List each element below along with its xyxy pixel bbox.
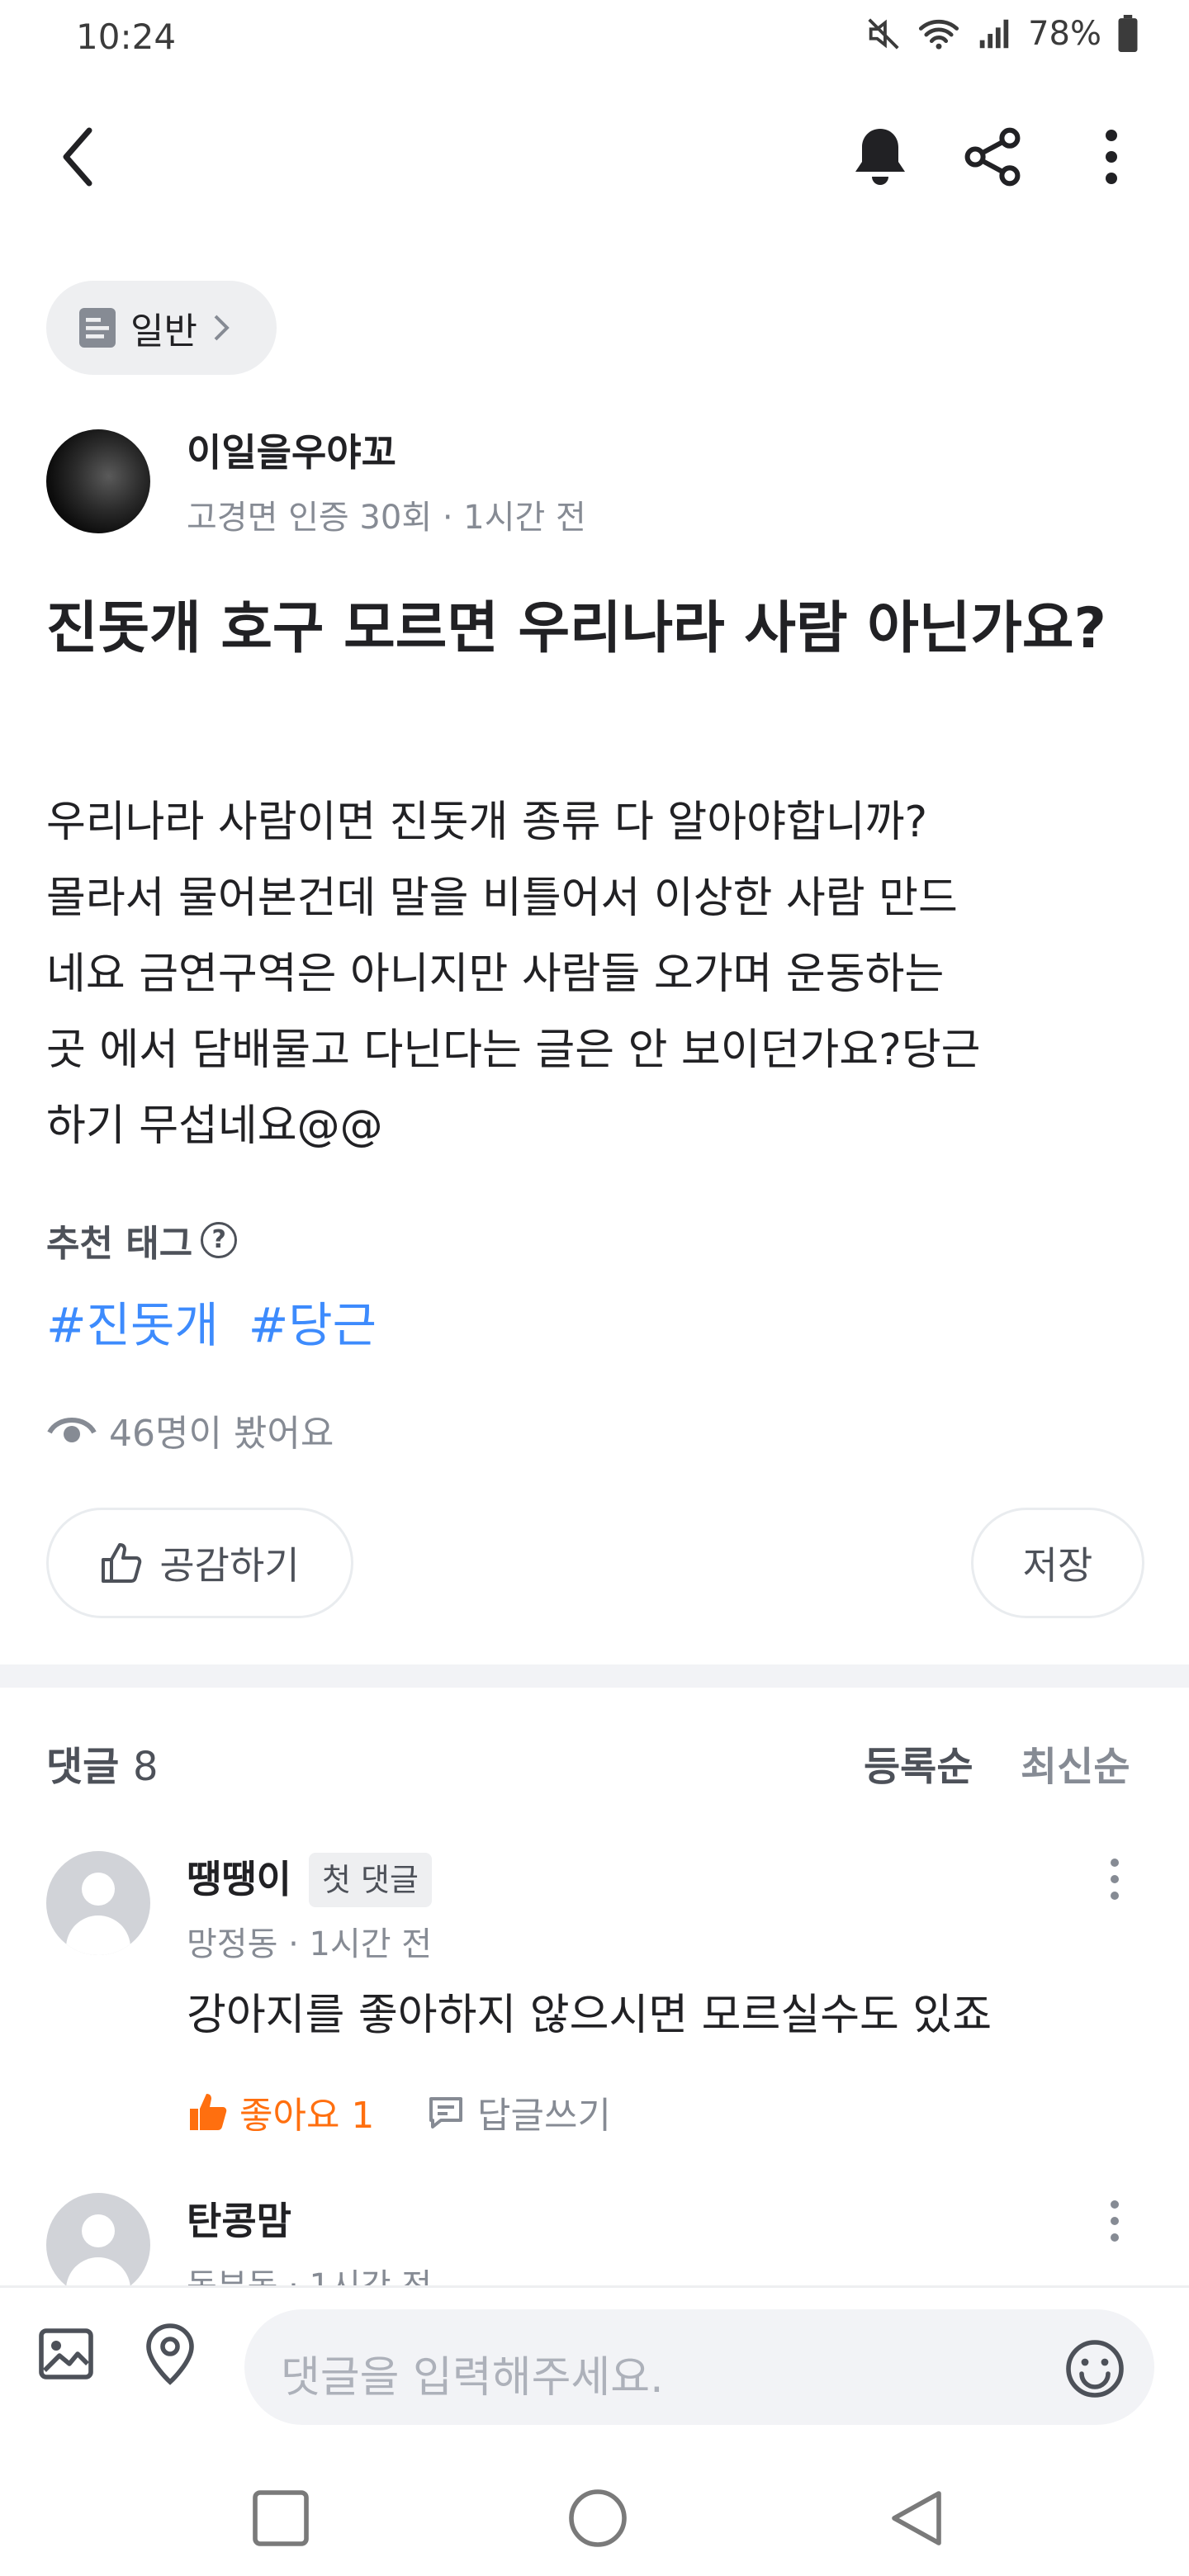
section-divider [0,1664,1189,1688]
recent-apps-icon [253,2490,309,2546]
commenter-name[interactable]: 탄콩맘 [187,2191,291,2246]
wifi-icon [919,19,959,50]
save-button[interactable]: 저장 [971,1508,1144,1618]
category-chip[interactable]: 일반 [46,281,277,375]
empathy-label: 공감하기 [159,1543,300,1588]
commenter-avatar[interactable] [46,1851,150,1955]
bell-icon [855,129,905,185]
recent-apps-button[interactable] [248,2485,314,2551]
share-icon [964,127,1021,187]
thumbs-up-icon [102,1543,142,1583]
tag-item[interactable]: #진돗개 [46,1286,219,1356]
attach-photo-button[interactable] [36,2324,96,2387]
tag-item[interactable]: #당근 [249,1286,377,1356]
signal-icon [979,19,1009,49]
home-button[interactable] [565,2485,631,2551]
comment-like-button[interactable]: 좋아요 1 [187,2086,374,2138]
comments-title: 댓글 8 [46,1734,159,1792]
document-icon [79,308,116,348]
comment-like-label: 좋아요 1 [239,2095,375,2137]
comment-reply-label: 답글쓰기 [477,2095,611,2137]
image-icon [39,2328,93,2379]
author-avatar[interactable] [46,429,150,533]
sort-registered-tab[interactable]: 등록순 [864,1734,973,1792]
status-time: 10:24 [76,17,177,57]
share-button[interactable] [951,116,1034,198]
commenter-name[interactable]: 땡땡이 [187,1849,291,1904]
mute-icon [868,18,899,50]
back-triangle-icon [892,2491,941,2545]
comments-title-text: 댓글 [46,1744,120,1790]
app-header [0,99,1189,215]
comment-input-placeholder: 댓글을 입력해주세요. [281,2353,664,2403]
chevron-right-icon [214,315,230,341]
more-button[interactable] [1070,116,1153,198]
comment-meta: 망정동 · 1시간 전 [187,1925,433,1963]
status-bar: 10:24 78% [0,0,1189,74]
post-title: 진돗개 호구 모르면 우리나라 사람 아닌가요? [46,596,1106,661]
view-count-text: 46명이 봤어요 [109,1413,334,1455]
empathy-button[interactable]: 공감하기 [46,1508,353,1618]
comment-more-button[interactable] [1098,2188,1131,2254]
battery-icon [1118,15,1138,52]
comment-input[interactable]: 댓글을 입력해주세요. [244,2309,1154,2425]
view-count: 46명이 봤어요 [46,1404,334,1456]
system-nav-bar [0,2452,1189,2576]
comments-count: 8 [133,1744,159,1790]
first-comment-badge: 첫 댓글 [309,1853,432,1907]
thumbs-up-filled-icon [190,2094,227,2130]
emoji-button[interactable] [1062,2336,1128,2405]
back-button[interactable] [36,116,119,198]
emoji-icon [1066,2340,1124,2398]
more-vertical-icon [1106,130,1117,184]
author-meta: 고경면 인증 30회 · 1시간 전 [187,499,586,537]
system-back-button[interactable] [883,2485,950,2551]
comment-reply-button[interactable]: 답글쓰기 [426,2086,611,2138]
comment-more-button[interactable] [1098,1846,1131,1912]
tags-list: #진돗개 #당근 [46,1286,377,1356]
commenter-avatar[interactable] [46,2193,150,2297]
category-label: 일반 [130,310,197,353]
attach-location-button[interactable] [140,2321,200,2390]
location-pin-icon [146,2323,194,2385]
notification-button[interactable] [839,116,921,198]
comment-input-bar: 댓글을 입력해주세요. [0,2285,1189,2426]
battery-level: 78% [1028,15,1101,53]
author-name[interactable]: 이일을우야꼬 [187,423,396,477]
comment-text: 강아지를 좋아하지 않으시면 모르실수도 있죠 [187,1991,992,2040]
post-body: 우리나라 사람이면 진돗개 종류 다 알아야합니까? 몰라서 물어본건데 말을 … [46,798,981,1151]
save-label: 저장 [1022,1543,1093,1588]
recommended-tags-header: 추천 태그 ? [46,1214,238,1267]
chevron-left-icon [63,127,92,187]
home-circle-icon [569,2489,627,2547]
help-icon[interactable]: ? [201,1222,238,1258]
reply-icon [429,2097,462,2129]
eye-icon [47,1418,97,1442]
tags-label: 추천 태그 [46,1223,193,1265]
sort-latest-tab[interactable]: 최신순 [1021,1734,1130,1792]
status-icons: 78% [865,15,1139,53]
